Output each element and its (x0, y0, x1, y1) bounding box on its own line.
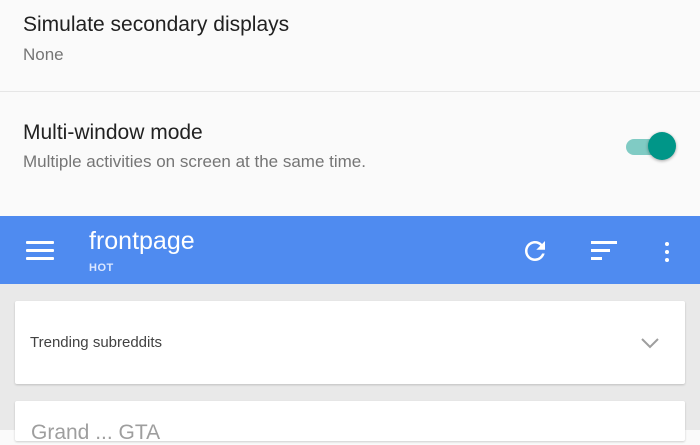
setting-summary: None (23, 45, 64, 64)
trending-subreddits-card[interactable]: Trending subreddits (15, 301, 685, 384)
post-title: Grand ... GTA (31, 421, 161, 444)
setting-multi-window-mode[interactable]: Multi-window mode Multiple activities on… (0, 93, 700, 216)
settings-pane: Simulate secondary displays None Multi-w… (0, 0, 700, 216)
post-card[interactable]: Grand ... GTA (15, 401, 685, 444)
toggle-thumb (648, 132, 676, 160)
setting-title: Simulate secondary displays (23, 13, 290, 36)
sort-subtitle: HOT (89, 262, 114, 274)
chevron-down-icon (639, 335, 661, 351)
more-vert-icon[interactable] (655, 236, 679, 266)
multi-window-toggle[interactable] (624, 132, 676, 160)
feed-content: Trending subreddits Grand ... GTA (0, 284, 700, 444)
trending-subreddits-label: Trending subreddits (30, 334, 163, 351)
setting-simulate-secondary-displays[interactable]: Simulate secondary displays None (0, 0, 700, 92)
setting-summary: Multiple activities on screen at the sam… (23, 152, 366, 171)
refresh-icon[interactable] (520, 236, 550, 266)
menu-icon[interactable] (23, 238, 57, 264)
page-title: frontpage (89, 227, 195, 255)
setting-title: Multi-window mode (23, 121, 203, 144)
sort-icon[interactable] (589, 238, 619, 264)
app-bar: frontpage HOT (0, 216, 700, 284)
